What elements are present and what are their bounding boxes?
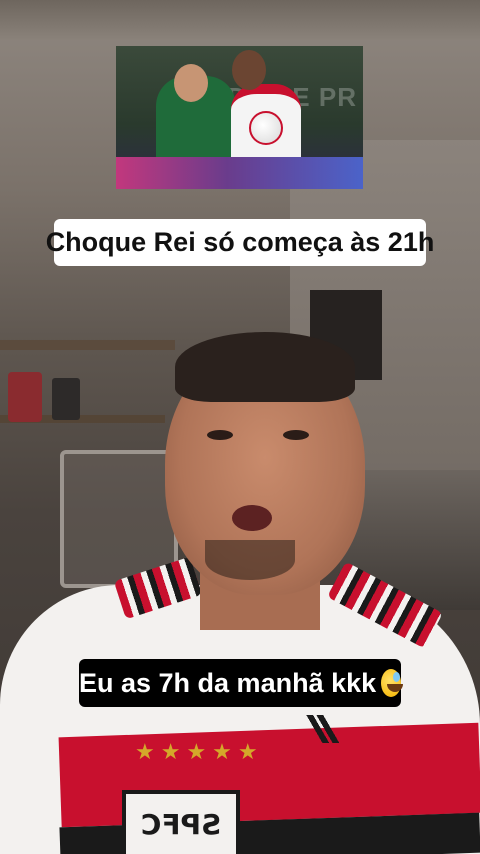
ceiling [0,0,480,40]
player-green-head [174,64,208,102]
club-crest-icon: SPFC [122,790,240,854]
mouth [232,505,272,531]
red-appliance [8,372,42,422]
right-eye [283,430,309,440]
jersey-stars-icon: ★★★★★ [135,740,264,765]
ad-board [116,157,363,189]
video-frame[interactable]: ★★★★★ SPFC DES E PR Choque Rei só começa… [0,0,480,854]
left-eye [207,430,233,440]
player-white-head [232,50,266,90]
caption-bottom: Eu as 7h da manhã kkk [79,659,403,707]
grinning-face-with-sweat-emoji-icon [381,669,403,697]
beard [205,540,295,580]
hair [175,332,355,402]
caption-bottom-text: Eu as 7h da manhã kkk [79,667,377,698]
brand-logo-icon [300,715,340,743]
caption-top: Choque Rei só começa às 21h [46,219,434,266]
caption-top-text: Choque Rei só começa às 21h [45,227,435,257]
kitchen-shelf [0,340,175,350]
coffee-maker [52,378,80,420]
football-icon [249,111,283,145]
football-match-photo: DES E PR [116,46,363,189]
